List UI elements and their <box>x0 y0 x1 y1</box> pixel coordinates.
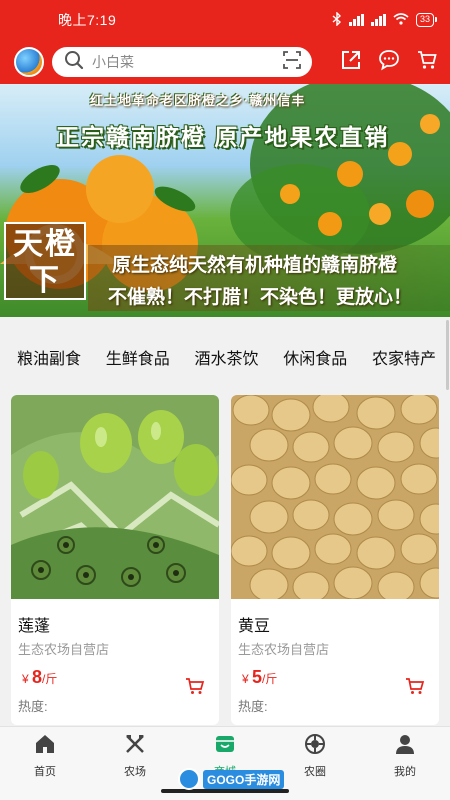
product-image-lotus[interactable] <box>11 395 219 599</box>
watermark: GOGO手游网 <box>178 768 285 790</box>
scrollbar[interactable] <box>446 320 449 390</box>
top-header: 小白菜 <box>0 40 450 84</box>
bluetooth-icon <box>332 10 342 29</box>
status-bar: 晚上7:19 33 <box>0 0 450 40</box>
user-icon <box>394 733 416 760</box>
banner-slogan: 不催熟！不打腊！不染色！更放心！ <box>108 287 413 308</box>
battery-icon: 33 <box>415 13 438 27</box>
product-shop: 生态农场自营店 <box>18 642 110 657</box>
share-icon[interactable] <box>340 49 362 76</box>
product-name[interactable]: 黄豆 <box>238 612 270 636</box>
search-icon <box>64 50 84 75</box>
nav-label: 我的 <box>394 766 416 778</box>
price-value: 8 <box>32 667 43 687</box>
app-logo[interactable] <box>14 47 44 77</box>
product-heat: 热度: <box>18 699 48 714</box>
shop-icon <box>214 733 236 760</box>
category-bar: 粮油副食 生鲜食品 酒水茶饮 休闲食品 农家特产 <box>0 317 450 397</box>
price-currency: ¥ <box>242 672 249 686</box>
category-drinks[interactable]: 酒水茶饮 <box>194 345 258 369</box>
status-time: 晚上7:19 <box>58 12 117 28</box>
search-input[interactable]: 小白菜 <box>92 52 282 72</box>
banner-tagline: 原生态纯天然有机种植的赣南脐橙 <box>112 255 398 276</box>
cart-icon[interactable] <box>416 49 438 76</box>
promo-banner[interactable]: 红土地革命老区脐橙之乡·赣州信丰 正宗赣南脐橙 原产地果农直销 天橙下 原生态纯… <box>0 84 450 317</box>
scan-icon[interactable] <box>282 50 302 75</box>
category-specialty[interactable]: 农家特产 <box>372 345 436 369</box>
price-value: 5 <box>252 667 263 687</box>
product-shop: 生态农场自营店 <box>238 642 330 657</box>
signal-icon-2 <box>370 14 386 26</box>
price-currency: ¥ <box>22 672 29 686</box>
add-to-cart-icon[interactable] <box>185 677 205 700</box>
banner-title: 正宗赣南脐橙 原产地果农直销 <box>56 124 390 150</box>
category-snacks[interactable]: 休闲食品 <box>283 345 347 369</box>
circle-icon <box>304 733 326 760</box>
farm-tools-icon <box>124 733 146 760</box>
status-indicators: 33 <box>332 10 438 29</box>
price-unit: /斤 <box>42 672 58 686</box>
home-icon <box>34 733 56 760</box>
nav-label: 首页 <box>34 766 56 778</box>
nav-label: 农场 <box>124 766 146 778</box>
watermark-text: GOGO手游网 <box>203 769 285 789</box>
product-card-lotus[interactable]: 莲蓬 生态农场自营店 ¥ 8/斤 热度: <box>11 395 219 725</box>
category-grain-oil[interactable]: 粮油副食 <box>17 345 81 369</box>
product-price: ¥ 8/斤 <box>22 667 57 688</box>
add-to-cart-icon[interactable] <box>405 677 425 700</box>
category-fresh[interactable]: 生鲜食品 <box>106 345 170 369</box>
product-image-soybean[interactable] <box>231 395 439 599</box>
banner-stamp: 天橙下 <box>4 222 86 300</box>
wifi-icon <box>393 12 409 28</box>
signal-icon <box>348 14 364 26</box>
search-bar[interactable]: 小白菜 <box>52 47 312 77</box>
nav-label: 农圈 <box>304 766 326 778</box>
nav-home[interactable]: 首页 <box>0 727 90 782</box>
watermark-logo-icon <box>178 768 200 790</box>
nav-profile[interactable]: 我的 <box>360 727 450 782</box>
banner-subtitle: 红土地革命老区脐橙之乡·赣州信丰 <box>90 93 306 108</box>
nav-farm[interactable]: 农场 <box>90 727 180 782</box>
product-name[interactable]: 莲蓬 <box>18 612 50 636</box>
product-price: ¥ 5/斤 <box>242 667 277 688</box>
price-unit: /斤 <box>262 672 278 686</box>
product-card-soybean[interactable]: 黄豆 生态农场自营店 ¥ 5/斤 热度: <box>231 395 439 725</box>
product-heat: 热度: <box>238 699 268 714</box>
message-icon[interactable] <box>378 49 400 76</box>
